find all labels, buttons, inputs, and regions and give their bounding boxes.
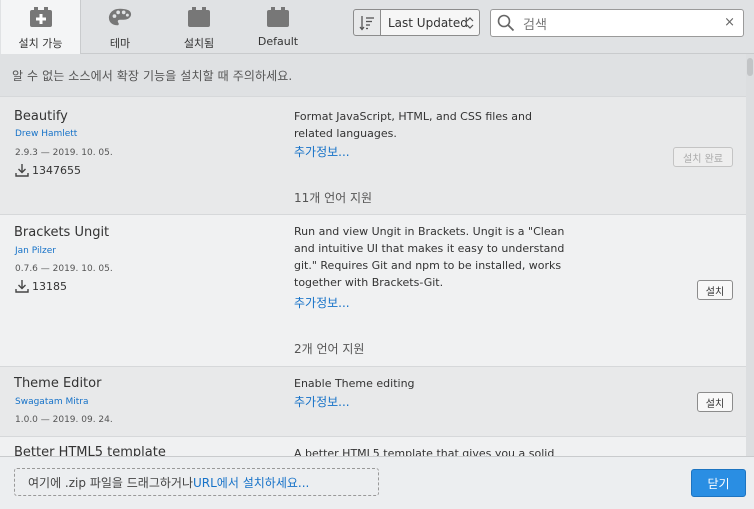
clear-search-icon[interactable]: × [724, 15, 735, 30]
tab-label: 설치 가능 [18, 37, 63, 50]
scrollbar[interactable] [746, 54, 754, 456]
download-icon [15, 164, 29, 177]
list-item: Better HTML5 template A better HTML5 tem… [0, 436, 746, 456]
extension-version: 0.7.6 — 2019. 10. 05. [15, 264, 113, 274]
language-support: 11개 언어 지원 [294, 191, 373, 205]
extension-title: Beautify [14, 109, 68, 124]
extension-version: 1.0.0 — 2019. 09. 24. [15, 415, 113, 425]
sort-select-value: Last Updated [388, 15, 468, 30]
sort-icon [359, 15, 374, 31]
tab-default[interactable]: Default [252, 0, 304, 54]
installed-button[interactable]: 설치 완료 [673, 147, 733, 167]
extension-version: 2.9.3 — 2019. 10. 05. [15, 148, 113, 158]
search-placeholder: 검색 [523, 17, 547, 33]
language-support: 2개 언어 지원 [294, 342, 365, 356]
more-info-link[interactable]: 추가정보... [294, 143, 350, 160]
updown-arrows-icon [466, 17, 474, 29]
box-icon [266, 6, 290, 28]
tab-available[interactable]: 설치 가능 [0, 0, 81, 55]
drop-zone[interactable]: 여기에 .zip 파일을 드래그하거나 URL에서 설치하세요... [14, 468, 379, 496]
tab-label: 설치됨 [183, 37, 215, 50]
extension-title: Brackets Ungit [14, 225, 110, 240]
install-button[interactable]: 설치 [697, 280, 733, 300]
plus-box-icon [29, 6, 53, 28]
drop-zone-text: 여기에 .zip 파일을 드래그하거나 [28, 475, 193, 490]
install-from-url-link[interactable]: URL에서 설치하세요... [193, 474, 309, 491]
download-count-value: 1347655 [32, 163, 81, 177]
toolbar: 설치 가능 테마 설치됨 Default Last Updated 검색 × [0, 0, 754, 55]
tab-label: 테마 [109, 37, 131, 50]
extension-description: Format JavaScript, HTML, and CSS files a… [294, 110, 533, 140]
more-info-link[interactable]: 추가정보... [294, 393, 350, 410]
extension-author[interactable]: Swagatam Mitra [15, 397, 89, 407]
search-input[interactable]: 검색 × [490, 9, 744, 37]
list-item: Theme Editor Swagatam Mitra 1.0.0 — 2019… [0, 366, 746, 436]
more-info-link[interactable]: 추가정보... [294, 294, 350, 311]
extension-list: Beautify Drew Hamlett 2.9.3 — 2019. 10. … [0, 96, 746, 456]
download-count-value: 13185 [32, 279, 67, 293]
list-item: Brackets Ungit Jan Pilzer 0.7.6 — 2019. … [0, 214, 746, 366]
close-button[interactable]: 닫기 [691, 469, 746, 497]
download-count: 1347655 [15, 163, 81, 177]
extension-author[interactable]: Jan Pilzer [15, 246, 56, 256]
warning-message: 알 수 없는 소스에서 확장 기능을 설치할 때 주의하세요. [0, 54, 746, 96]
scrollbar-thumb[interactable] [747, 58, 753, 76]
download-count: 13185 [15, 279, 67, 293]
extension-description: Run and view Ungit in Brackets. Ungit is… [294, 225, 565, 289]
download-icon [15, 280, 29, 293]
extension-title: Theme Editor [14, 376, 102, 391]
list-item: Beautify Drew Hamlett 2.9.3 — 2019. 10. … [0, 96, 746, 214]
extension-title: Better HTML5 template [14, 445, 166, 456]
tab-label: Default [257, 35, 299, 48]
footer: 여기에 .zip 파일을 드래그하거나 URL에서 설치하세요... 닫기 [0, 456, 754, 509]
sort-select[interactable]: Last Updated [380, 9, 480, 36]
palette-icon [108, 6, 132, 28]
extension-description: Enable Theme editing [294, 377, 415, 390]
extension-author[interactable]: Drew Hamlett [15, 129, 77, 139]
sort-direction-button[interactable] [353, 9, 381, 36]
search-icon [497, 11, 521, 35]
box-icon [187, 6, 211, 28]
tab-themes[interactable]: 테마 [94, 0, 146, 54]
extension-description: A better HTML5 template that gives you a… [294, 447, 555, 456]
install-button[interactable]: 설치 [697, 392, 733, 412]
tab-installed[interactable]: 설치됨 [173, 0, 225, 54]
